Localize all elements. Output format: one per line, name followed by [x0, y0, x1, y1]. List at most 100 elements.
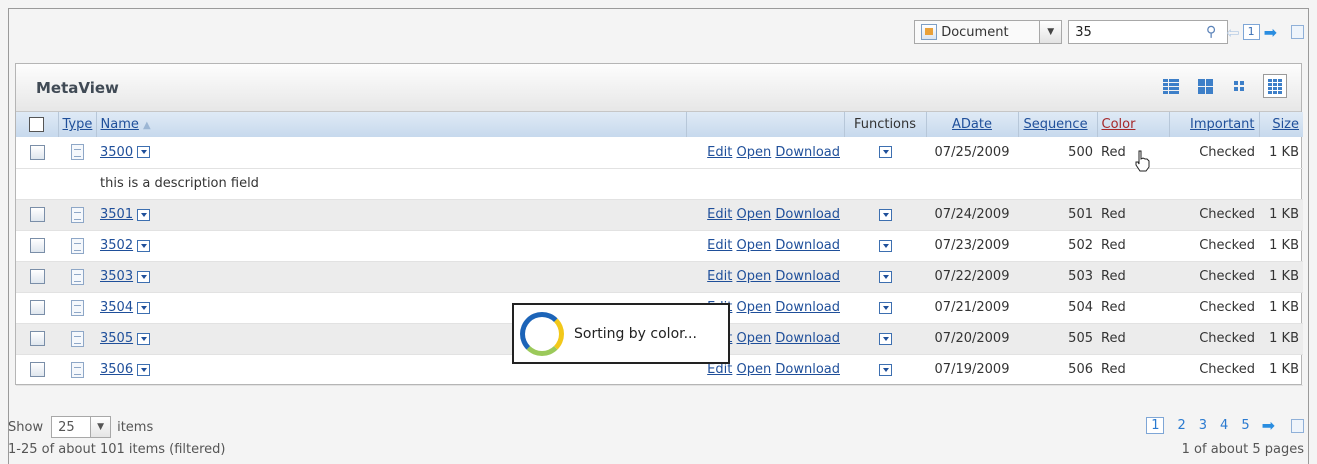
column-header-type[interactable]: Type — [58, 112, 97, 137]
large-tiles-view-icon[interactable] — [1195, 76, 1215, 96]
size-cell: 1 KB — [1269, 362, 1299, 377]
document-type-select[interactable]: Document ▼ — [914, 20, 1063, 44]
row-checkbox[interactable] — [29, 269, 45, 284]
select-all-cell — [16, 112, 59, 137]
row-checkbox[interactable] — [29, 144, 45, 160]
table-row[interactable]: 3500 Edit Open Download 07/25/2009 500 R… — [16, 137, 1303, 168]
download-link[interactable]: Download — [775, 145, 840, 160]
item-menu-icon[interactable] — [137, 363, 151, 376]
download-link[interactable]: Download — [775, 207, 840, 222]
item-name-link[interactable]: 3500 — [100, 145, 133, 160]
select-all-checkbox[interactable] — [29, 117, 45, 132]
important-cell: Checked — [1199, 144, 1255, 160]
search-icon[interactable]: ⚲ — [1202, 23, 1220, 41]
sequence-cell: 506 — [1068, 362, 1093, 377]
download-link[interactable]: Download — [775, 300, 840, 315]
functions-menu-icon[interactable] — [878, 363, 892, 376]
table-row[interactable]: 3502 Edit Open Download 07/23/2009 502 R… — [16, 230, 1303, 261]
download-link[interactable]: Download — [775, 362, 840, 377]
column-header-name[interactable]: Name ▲ — [96, 112, 687, 137]
important-cell: Checked — [1199, 238, 1255, 253]
table-row[interactable]: 3501 Edit Open Download 07/24/2009 501 R… — [16, 199, 1303, 230]
download-link[interactable]: Download — [775, 238, 840, 253]
download-link[interactable]: Download — [775, 269, 840, 284]
row-checkbox[interactable] — [29, 207, 45, 222]
edit-link[interactable]: Edit — [707, 362, 732, 377]
open-link[interactable]: Open — [737, 362, 772, 377]
functions-menu-icon[interactable] — [878, 332, 892, 345]
edit-link[interactable]: Edit — [707, 269, 732, 284]
page-link-3[interactable]: 3 — [1199, 418, 1207, 433]
row-checkbox[interactable] — [29, 238, 45, 253]
row-checkbox[interactable] — [29, 362, 45, 377]
column-color-link[interactable]: Color — [1102, 117, 1136, 132]
functions-menu-icon[interactable] — [878, 301, 892, 314]
column-header-adate[interactable]: ADate — [926, 112, 1019, 137]
sequence-cell: 500 — [1068, 144, 1093, 160]
open-link[interactable]: Open — [737, 300, 772, 315]
show-label: Show — [8, 419, 44, 435]
functions-menu-icon[interactable] — [878, 208, 892, 221]
size-cell: 1 KB — [1269, 331, 1299, 346]
column-name-link[interactable]: Name — [101, 117, 139, 132]
item-name-link[interactable]: 3502 — [100, 238, 133, 253]
chevron-down-icon[interactable]: ▼ — [90, 417, 111, 437]
last-page-icon[interactable] — [1291, 418, 1304, 433]
previous-page-icon[interactable]: ⇦ — [1226, 23, 1239, 42]
item-menu-icon[interactable] — [137, 270, 151, 283]
item-menu-icon[interactable] — [137, 239, 151, 252]
file-icon — [70, 206, 84, 223]
open-link[interactable]: Open — [737, 238, 772, 253]
item-menu-icon[interactable] — [137, 301, 151, 314]
chevron-down-icon[interactable]: ▼ — [1039, 21, 1062, 43]
last-page-icon[interactable] — [1291, 25, 1304, 39]
open-link[interactable]: Open — [737, 331, 772, 346]
item-name-link[interactable]: 3503 — [100, 269, 133, 284]
document-icon — [921, 24, 938, 40]
current-page-indicator[interactable]: 1 — [1242, 24, 1260, 40]
edit-link[interactable]: Edit — [707, 238, 732, 253]
download-link[interactable]: Download — [775, 331, 840, 346]
list-view-icon[interactable] — [1161, 76, 1181, 96]
row-checkbox[interactable] — [29, 331, 45, 346]
column-header-sequence[interactable]: Sequence — [1018, 112, 1098, 137]
item-menu-icon[interactable] — [137, 332, 151, 345]
column-size-link[interactable]: Size — [1272, 117, 1299, 132]
column-header-color[interactable]: Color — [1097, 112, 1170, 137]
open-link[interactable]: Open — [737, 145, 772, 160]
adate-cell: 07/20/2009 — [934, 331, 1010, 346]
functions-menu-icon[interactable] — [878, 270, 892, 283]
open-link[interactable]: Open — [737, 207, 772, 222]
item-menu-icon[interactable] — [137, 146, 151, 159]
row-checkbox[interactable] — [29, 300, 45, 315]
edit-link[interactable]: Edit — [707, 145, 732, 160]
adate-cell: 07/22/2009 — [934, 269, 1010, 284]
important-cell: Checked — [1199, 269, 1255, 284]
functions-menu-icon[interactable] — [878, 146, 892, 159]
column-type-link[interactable]: Type — [63, 117, 93, 132]
description-text: this is a description field — [100, 176, 259, 191]
item-menu-icon[interactable] — [137, 208, 151, 221]
next-page-icon[interactable]: ➡ — [1264, 23, 1277, 42]
next-page-icon[interactable]: ➡ — [1262, 416, 1275, 435]
column-sequence-link[interactable]: Sequence — [1023, 117, 1087, 132]
page-size-select[interactable]: 25 ▼ — [51, 416, 112, 438]
functions-menu-icon[interactable] — [878, 239, 892, 252]
edit-link[interactable]: Edit — [707, 207, 732, 222]
column-important-link[interactable]: Important — [1190, 117, 1254, 132]
column-header-important[interactable]: Important — [1169, 112, 1260, 137]
column-adate-link[interactable]: ADate — [952, 117, 992, 132]
page-link-2[interactable]: 2 — [1177, 418, 1185, 433]
table-row[interactable]: 3503 Edit Open Download 07/22/2009 503 R… — [16, 261, 1303, 292]
item-name-link[interactable]: 3501 — [100, 207, 133, 222]
column-header-size[interactable]: Size — [1259, 112, 1303, 137]
open-link[interactable]: Open — [737, 269, 772, 284]
item-name-link[interactable]: 3504 — [100, 300, 133, 315]
page-link-4[interactable]: 4 — [1220, 418, 1228, 433]
details-view-icon[interactable] — [1263, 74, 1287, 98]
page-link-1[interactable]: 1 — [1146, 417, 1165, 434]
small-tiles-view-icon[interactable] — [1229, 76, 1249, 96]
item-name-link[interactable]: 3506 — [100, 362, 133, 377]
page-link-5[interactable]: 5 — [1241, 418, 1249, 433]
item-name-link[interactable]: 3505 — [100, 331, 133, 346]
